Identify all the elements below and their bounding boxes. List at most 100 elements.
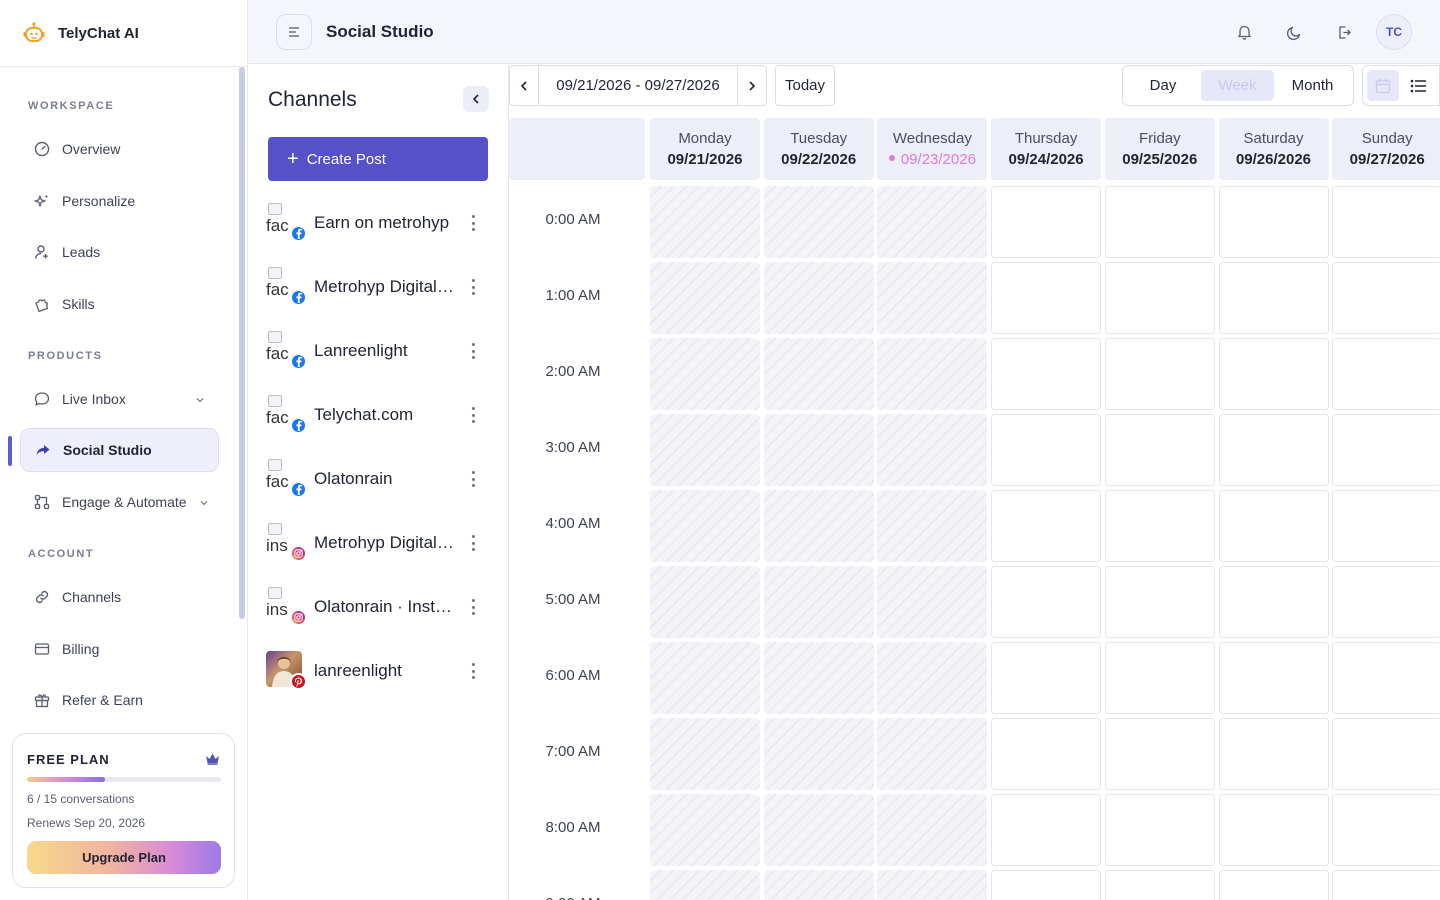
brand[interactable]: TelyChat AI bbox=[0, 0, 247, 67]
view-week-button[interactable]: Week bbox=[1201, 70, 1274, 101]
channel-item[interactable]: lanreenlight bbox=[266, 649, 491, 693]
more-vertical-icon[interactable] bbox=[465, 341, 481, 361]
broken-image-icon bbox=[268, 587, 282, 599]
more-vertical-icon[interactable] bbox=[465, 469, 481, 489]
time-slot-cell[interactable] bbox=[1218, 262, 1329, 334]
time-slot-cell[interactable] bbox=[1104, 794, 1215, 866]
sidebar-item-label: Overview bbox=[62, 141, 121, 157]
user-avatar[interactable]: TC bbox=[1376, 14, 1412, 50]
channel-item[interactable]: fac Lanreenlight bbox=[266, 329, 491, 373]
channel-item[interactable]: ins Metrohyp Digital Solutions bbox=[266, 521, 491, 565]
more-vertical-icon[interactable] bbox=[465, 277, 481, 297]
time-slot-cell[interactable] bbox=[1218, 338, 1329, 410]
sidebar-item-social-studio[interactable]: Social Studio bbox=[20, 428, 219, 472]
sidebar-item-leads[interactable]: Leads bbox=[20, 230, 219, 274]
channels-title: Channels bbox=[268, 88, 357, 111]
view-switcher: Day Week Month bbox=[1122, 65, 1354, 106]
time-slot-cell[interactable] bbox=[1332, 642, 1440, 714]
time-slot-cell[interactable] bbox=[1332, 262, 1440, 334]
view-day-button[interactable]: Day bbox=[1127, 70, 1199, 101]
sidebar-item-refer-earn[interactable]: Refer & Earn bbox=[20, 678, 219, 722]
sidebar-item-channels[interactable]: Channels bbox=[20, 575, 219, 619]
time-slot-cell[interactable] bbox=[1104, 870, 1215, 900]
time-slot-cell[interactable] bbox=[1332, 566, 1440, 638]
time-slot-cell[interactable] bbox=[991, 794, 1102, 866]
time-slot-cell[interactable] bbox=[1332, 490, 1440, 562]
day-date: 09/24/2026 bbox=[1008, 151, 1084, 168]
sidebar-item-overview[interactable]: Overview bbox=[20, 127, 219, 171]
create-post-button[interactable]: + Create Post bbox=[268, 137, 488, 181]
time-slot-cell[interactable] bbox=[1332, 794, 1440, 866]
upgrade-plan-button[interactable]: Upgrade Plan bbox=[27, 841, 221, 874]
create-post-label: Create Post bbox=[306, 150, 386, 168]
time-slot-cell[interactable] bbox=[991, 490, 1102, 562]
day-header: Sunday 09/27/2026 bbox=[1332, 118, 1440, 180]
time-slot-cell[interactable] bbox=[1332, 186, 1440, 258]
time-slot-cell[interactable] bbox=[1104, 490, 1215, 562]
time-slot-cell[interactable] bbox=[991, 414, 1102, 486]
sidebar-item-live-inbox[interactable]: Live Inbox bbox=[20, 377, 219, 421]
more-vertical-icon[interactable] bbox=[465, 405, 481, 425]
time-slot-cell[interactable] bbox=[1218, 186, 1329, 258]
time-slot-cell[interactable] bbox=[1332, 414, 1440, 486]
time-slot-cell[interactable] bbox=[1218, 414, 1329, 486]
time-slot-cell[interactable] bbox=[991, 338, 1102, 410]
menu-toggle-button[interactable] bbox=[276, 14, 312, 50]
time-slot-cell[interactable] bbox=[1218, 566, 1329, 638]
more-vertical-icon[interactable] bbox=[465, 597, 481, 617]
sidebar-item-billing[interactable]: Billing bbox=[20, 627, 219, 671]
time-slot-cell[interactable] bbox=[1332, 338, 1440, 410]
time-slot-cell[interactable] bbox=[1218, 718, 1329, 790]
time-slot-cell[interactable] bbox=[1218, 794, 1329, 866]
next-week-button[interactable] bbox=[738, 66, 766, 105]
collapse-panel-button[interactable] bbox=[463, 86, 489, 112]
link-icon bbox=[33, 588, 51, 606]
day-name: Sunday bbox=[1361, 130, 1413, 147]
sidebar-item-skills[interactable]: Skills bbox=[20, 282, 219, 326]
time-slot-cell[interactable] bbox=[1104, 566, 1215, 638]
time-slot-cell bbox=[650, 794, 760, 866]
time-slot-cell[interactable] bbox=[991, 718, 1102, 790]
time-slot-cell[interactable] bbox=[1104, 642, 1215, 714]
channel-item[interactable]: fac Telychat.com bbox=[266, 393, 491, 437]
time-slot-cell[interactable] bbox=[1332, 718, 1440, 790]
sidebar-scrollbar[interactable] bbox=[239, 67, 245, 619]
time-slot-cell[interactable] bbox=[1104, 186, 1215, 258]
channel-avatar-alt: ins bbox=[266, 600, 288, 619]
view-month-button[interactable]: Month bbox=[1276, 70, 1349, 101]
list-view-button[interactable] bbox=[1402, 70, 1434, 101]
time-slot-cell[interactable] bbox=[1104, 262, 1215, 334]
time-slot-cell[interactable] bbox=[1104, 414, 1215, 486]
time-slot-cell[interactable] bbox=[1218, 490, 1329, 562]
today-button[interactable]: Today bbox=[775, 65, 835, 106]
logout-icon[interactable] bbox=[1334, 22, 1354, 42]
time-slot-cell[interactable] bbox=[991, 262, 1102, 334]
time-slot-cell[interactable] bbox=[1332, 870, 1440, 900]
time-slot-cell[interactable] bbox=[991, 566, 1102, 638]
time-slot-cell[interactable] bbox=[1218, 870, 1329, 900]
sidebar-item-personalize[interactable]: Personalize bbox=[20, 179, 219, 223]
calendar-view-button[interactable] bbox=[1367, 70, 1399, 101]
channel-item[interactable]: fac Earn on metrohyp bbox=[266, 201, 491, 245]
time-label: 4:00 AM bbox=[545, 515, 601, 532]
facebook-icon bbox=[290, 225, 307, 242]
day-name: Saturday bbox=[1243, 130, 1304, 147]
time-slot-cell[interactable] bbox=[991, 642, 1102, 714]
time-slot-cell[interactable] bbox=[991, 186, 1102, 258]
time-slot-cell[interactable] bbox=[991, 870, 1102, 900]
channel-item[interactable]: fac Olatonrain bbox=[266, 457, 491, 501]
date-range-label[interactable]: 09/21/2026 - 09/27/2026 bbox=[538, 66, 738, 105]
bell-icon[interactable] bbox=[1234, 22, 1254, 42]
more-vertical-icon[interactable] bbox=[465, 213, 481, 233]
menu-icon bbox=[289, 27, 299, 37]
more-vertical-icon[interactable] bbox=[465, 661, 481, 681]
moon-icon[interactable] bbox=[1284, 22, 1304, 42]
time-slot-cell[interactable] bbox=[1104, 338, 1215, 410]
prev-week-button[interactable] bbox=[510, 66, 538, 105]
channel-item[interactable]: ins Olatonrain · Instagram bbox=[266, 585, 491, 629]
channel-item[interactable]: fac Metrohyp Digital Solutions bbox=[266, 265, 491, 309]
more-vertical-icon[interactable] bbox=[465, 533, 481, 553]
time-slot-cell[interactable] bbox=[1104, 718, 1215, 790]
time-slot-cell[interactable] bbox=[1218, 642, 1329, 714]
sidebar-item-engage-automate[interactable]: Engage & Automate bbox=[20, 480, 219, 524]
